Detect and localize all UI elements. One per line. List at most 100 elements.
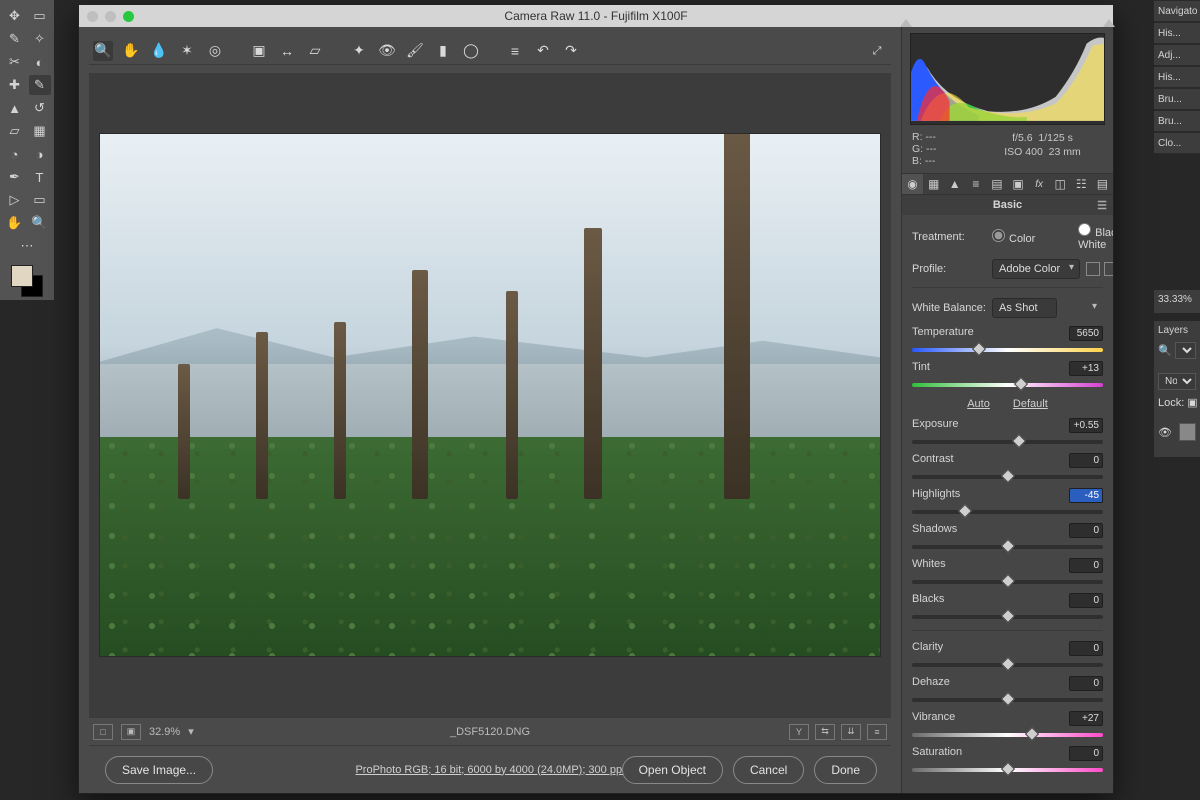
type-tool-icon[interactable]: T: [29, 167, 51, 187]
contrast-value[interactable]: 0: [1069, 453, 1103, 468]
tint-value[interactable]: +13: [1069, 361, 1103, 376]
marquee-tool-icon[interactable]: ▭: [29, 6, 51, 26]
hand-tool-icon[interactable]: ✋: [4, 213, 26, 233]
temperature-value[interactable]: 5650: [1069, 326, 1103, 341]
brushes-tab[interactable]: Bru...: [1154, 88, 1200, 110]
hand-tool-icon[interactable]: ✋: [121, 41, 141, 61]
dodge-tool-icon[interactable]: ◑: [29, 144, 51, 164]
pen-tool-icon[interactable]: ✒: [4, 167, 26, 187]
shape-tool-icon[interactable]: ▭: [29, 190, 51, 210]
shadow-clipping-icon[interactable]: [900, 19, 912, 27]
exposure-value[interactable]: +0.55: [1069, 418, 1103, 433]
basic-tab-icon[interactable]: ◉: [902, 174, 923, 194]
traffic-lights[interactable]: [87, 11, 134, 22]
temperature-slider[interactable]: Temperature5650: [912, 326, 1103, 357]
layer-thumb[interactable]: [1179, 423, 1196, 441]
shadows-value[interactable]: 0: [1069, 523, 1103, 538]
dehaze-value[interactable]: 0: [1069, 676, 1103, 691]
edit-toolbar-icon[interactable]: ⋯: [16, 236, 38, 256]
path-select-icon[interactable]: ▷: [4, 190, 26, 210]
lens-tab-icon[interactable]: ▣: [1007, 174, 1028, 194]
saturation-value[interactable]: 0: [1069, 746, 1103, 761]
presets-tab-icon[interactable]: ☷: [1071, 174, 1092, 194]
blacks-value[interactable]: 0: [1069, 593, 1103, 608]
blacks-slider[interactable]: Blacks0: [912, 593, 1103, 624]
layer-kind-select[interactable]: Kind: [1175, 342, 1196, 359]
zoom-tool-icon[interactable]: 🔍: [29, 213, 51, 233]
preferences-icon[interactable]: ≡: [505, 41, 525, 61]
visibility-icon[interactable]: 👁: [1158, 426, 1172, 439]
color-sampler-icon[interactable]: ✶: [177, 41, 197, 61]
eyedropper-tool-icon[interactable]: ◐: [29, 52, 51, 72]
detail-tab-icon[interactable]: ▲: [944, 174, 965, 194]
cancel-button[interactable]: Cancel: [733, 756, 804, 784]
copy-settings-icon[interactable]: ⇊: [841, 724, 861, 740]
highlight-clipping-icon[interactable]: [1103, 19, 1115, 27]
exposure-slider[interactable]: Exposure+0.55: [912, 418, 1103, 449]
history-tab[interactable]: His...: [1154, 22, 1200, 44]
brushes-tab-2[interactable]: Bru...: [1154, 110, 1200, 132]
heal-tool-icon[interactable]: ✚: [4, 75, 26, 95]
fullscreen-icon[interactable]: ⤢: [867, 41, 887, 61]
clarity-value[interactable]: 0: [1069, 641, 1103, 656]
brush-tool-icon[interactable]: ✎: [29, 75, 51, 95]
whites-slider[interactable]: Whites0: [912, 558, 1103, 589]
red-eye-icon[interactable]: 👁: [377, 41, 397, 61]
navigator-tab[interactable]: Navigato: [1154, 0, 1200, 22]
clone-tab[interactable]: Clo...: [1154, 132, 1200, 154]
color-swatch[interactable]: [11, 265, 43, 297]
histogram[interactable]: [910, 33, 1105, 125]
zoom-level[interactable]: 32.9%: [149, 726, 180, 738]
vibrance-slider[interactable]: Vibrance+27: [912, 711, 1103, 742]
eraser-tool-icon[interactable]: ▱: [4, 121, 26, 141]
treatment-color[interactable]: Color: [992, 229, 1072, 245]
contrast-slider[interactable]: Contrast0: [912, 453, 1103, 484]
white-balance-tool-icon[interactable]: 💧: [149, 41, 169, 61]
open-object-button[interactable]: Open Object: [622, 756, 723, 784]
profile-browser-icon[interactable]: [1086, 262, 1100, 276]
split-tab-icon[interactable]: ▤: [986, 174, 1007, 194]
rotate-ccw-icon[interactable]: ↶: [533, 41, 553, 61]
white-balance-select[interactable]: As Shot: [992, 298, 1057, 318]
hsl-tab-icon[interactable]: ≡: [965, 174, 986, 194]
move-tool-icon[interactable]: ✥: [4, 6, 26, 26]
adjustments-tab[interactable]: Adj...: [1154, 44, 1200, 66]
radial-filter-icon[interactable]: ◯: [461, 41, 481, 61]
crop-tool-icon[interactable]: ✂: [4, 52, 26, 72]
adjustment-brush-icon[interactable]: 🖌: [405, 41, 425, 61]
layers-header[interactable]: Layers: [1158, 325, 1196, 336]
transform-tool-icon[interactable]: ▱: [305, 41, 325, 61]
stamp-tool-icon[interactable]: ▲: [4, 98, 26, 118]
save-image-button[interactable]: Save Image...: [105, 756, 213, 784]
whites-value[interactable]: 0: [1069, 558, 1103, 573]
shadows-slider[interactable]: Shadows0: [912, 523, 1103, 554]
highlights-value[interactable]: -45: [1069, 488, 1103, 503]
graduated-filter-icon[interactable]: ▮: [433, 41, 453, 61]
saturation-slider[interactable]: Saturation0: [912, 746, 1103, 777]
targeted-adjust-icon[interactable]: ◎: [205, 41, 225, 61]
crop-tool-icon[interactable]: ▣: [249, 41, 269, 61]
dehaze-slider[interactable]: Dehaze0: [912, 676, 1103, 707]
fx-tab-icon[interactable]: fx: [1029, 174, 1050, 194]
profile-select[interactable]: Adobe Color: [992, 259, 1080, 279]
blend-mode-select[interactable]: Normal: [1158, 373, 1196, 390]
gradient-tool-icon[interactable]: ▦: [29, 121, 51, 141]
rotate-cw-icon[interactable]: ↷: [561, 41, 581, 61]
workflow-options-link[interactable]: ProPhoto RGB; 16 bit; 6000 by 4000 (24.0…: [355, 764, 624, 776]
quick-select-icon[interactable]: ✧: [29, 29, 51, 49]
zoom-tool-icon[interactable]: 🔍: [93, 41, 113, 61]
clarity-slider[interactable]: Clarity0: [912, 641, 1103, 672]
vibrance-value[interactable]: +27: [1069, 711, 1103, 726]
before-after-y-icon[interactable]: Y: [789, 724, 809, 740]
profile-grid-icon[interactable]: [1104, 262, 1113, 276]
highlights-slider[interactable]: Highlights-45: [912, 488, 1103, 519]
fit-view-icon[interactable]: □: [93, 724, 113, 740]
history-brush-icon[interactable]: ↺: [29, 98, 51, 118]
panel-menu-icon[interactable]: ☰: [1097, 199, 1107, 212]
window-titlebar[interactable]: Camera Raw 11.0 - Fujifilm X100F: [79, 5, 1113, 27]
treatment-bw[interactable]: Black & White: [1078, 223, 1113, 251]
auto-link[interactable]: Auto: [967, 398, 990, 410]
calibration-tab-icon[interactable]: ◫: [1050, 174, 1071, 194]
straighten-tool-icon[interactable]: ↔: [277, 41, 297, 61]
default-link[interactable]: Default: [1013, 398, 1048, 410]
